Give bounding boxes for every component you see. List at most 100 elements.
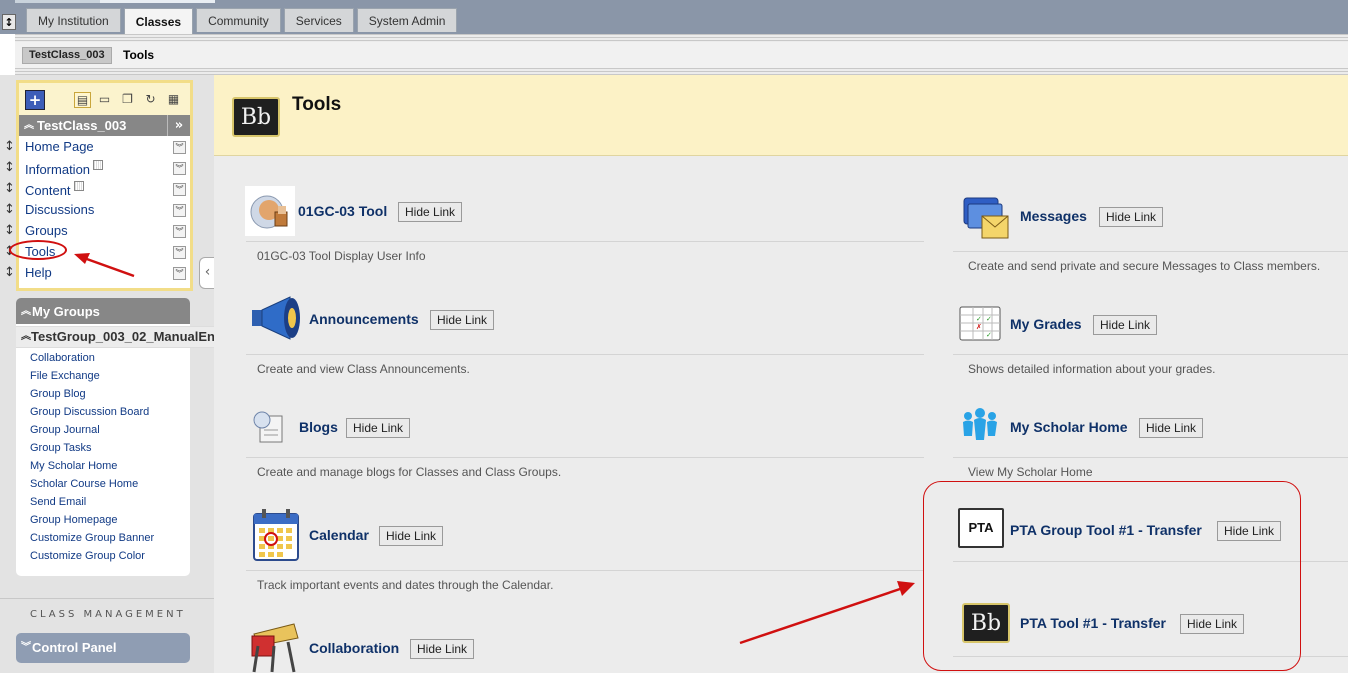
- tool-link-01gc-03[interactable]: 01GC-03 Tool: [298, 203, 387, 219]
- chevron-down-icon[interactable]: ︾: [173, 141, 186, 154]
- menu-item-label[interactable]: Help: [25, 265, 52, 280]
- tab-my-institution[interactable]: My Institution: [26, 8, 121, 32]
- expand-arrow-icon[interactable]: »: [167, 115, 190, 136]
- resize-handle-icon[interactable]: ↕: [2, 14, 16, 30]
- chevron-down-icon[interactable]: ︾: [173, 183, 186, 196]
- divider: [246, 570, 924, 571]
- course-menu-toolbar: + ▤ ▭ ❐ ↻ ▦: [19, 83, 190, 115]
- control-panel-button[interactable]: ︾ Control Panel: [16, 633, 190, 663]
- chevron-down-icon[interactable]: ︾: [173, 246, 186, 259]
- blackboard-logo-icon: Bb: [232, 97, 280, 137]
- grades-icon: ✓ ✓ ✗ ✓: [959, 306, 1001, 341]
- drag-handle-icon[interactable]: ↕: [4, 158, 15, 179]
- hide-link-button[interactable]: Hide Link: [1093, 315, 1158, 335]
- hide-link-button[interactable]: Hide Link: [398, 202, 463, 222]
- tab-classes[interactable]: Classes: [123, 8, 194, 34]
- people-icon: [963, 408, 997, 440]
- tool-link-calendar[interactable]: Calendar: [309, 527, 369, 543]
- group-link-scholar-course-home[interactable]: Scholar Course Home: [30, 478, 138, 490]
- page-header-banner: [214, 75, 1348, 156]
- tab-bar: My Institution Classes Community Service…: [26, 8, 460, 34]
- divider: [246, 241, 924, 242]
- tool-link-messages[interactable]: Messages: [1020, 208, 1087, 224]
- group-link-collaboration[interactable]: Collaboration: [30, 352, 95, 364]
- divider: [953, 354, 1348, 355]
- tool-description: Create and manage blogs for Classes and …: [257, 465, 562, 479]
- menu-item-label[interactable]: Groups: [25, 223, 68, 238]
- menu-item-label[interactable]: Content: [25, 181, 84, 198]
- collapse-menu-button[interactable]: ‹: [199, 257, 215, 289]
- hide-link-button[interactable]: Hide Link: [346, 418, 411, 438]
- my-groups-title[interactable]: My Groups: [32, 298, 100, 326]
- course-menu-item-home-page[interactable]: Home Page ︾: [19, 137, 190, 158]
- breadcrumb-current-page: Tools: [123, 48, 155, 62]
- group-link-customize-color[interactable]: Customize Group Color: [30, 550, 145, 562]
- hide-link-button[interactable]: Hide Link: [1139, 418, 1204, 438]
- group-link-discussion-board[interactable]: Group Discussion Board: [30, 406, 149, 418]
- tool-link-blogs[interactable]: Blogs: [299, 419, 338, 435]
- tool-link-my-grades[interactable]: My Grades: [1010, 316, 1082, 332]
- tab-community[interactable]: Community: [196, 8, 281, 32]
- tool-description: View My Scholar Home: [968, 465, 1093, 479]
- chevron-down-icon[interactable]: ︾: [173, 162, 186, 175]
- divider-stripe: [15, 34, 1348, 42]
- group-link-homepage[interactable]: Group Homepage: [30, 514, 117, 526]
- folder-view-icon[interactable]: ▭: [97, 92, 112, 106]
- breadcrumb-course-link[interactable]: TestClass_003: [22, 47, 112, 64]
- add-menu-item-icon[interactable]: +: [25, 90, 45, 110]
- tool-link-collaboration[interactable]: Collaboration: [309, 640, 399, 656]
- tab-services[interactable]: Services: [283, 8, 354, 32]
- drag-handle-icon[interactable]: ↕: [4, 263, 15, 284]
- chevron-down-icon[interactable]: ︾: [173, 204, 186, 217]
- tab-system-admin[interactable]: System Admin: [356, 8, 458, 32]
- collapse-chevron-icon[interactable]: ︽: [24, 115, 34, 136]
- drag-handle-icon[interactable]: ↕: [4, 179, 15, 200]
- course-menu-item-discussions[interactable]: Discussions ︾: [19, 200, 190, 221]
- svg-text:✓: ✓: [986, 315, 992, 323]
- tool-description: Create and view Class Announcements.: [257, 362, 470, 376]
- menu-item-label[interactable]: Home Page: [25, 139, 94, 154]
- group-link-tasks[interactable]: Group Tasks: [30, 442, 92, 454]
- collapse-chevron-icon[interactable]: ︽: [21, 298, 31, 326]
- drag-handle-icon[interactable]: ↕: [4, 200, 15, 221]
- detail-view-icon[interactable]: ▦: [166, 92, 181, 106]
- drag-handle-icon[interactable]: ↕: [4, 221, 15, 242]
- menu-item-text[interactable]: Content: [25, 183, 71, 198]
- menu-item-label[interactable]: Information: [25, 160, 104, 177]
- hide-link-button[interactable]: Hide Link: [1099, 207, 1164, 227]
- group-link-send-email[interactable]: Send Email: [30, 496, 86, 508]
- tool-link-my-scholar-home[interactable]: My Scholar Home: [1010, 419, 1127, 435]
- drag-handle-icon[interactable]: ↕: [4, 137, 15, 158]
- group-link-file-exchange[interactable]: File Exchange: [30, 370, 100, 382]
- menu-item-text[interactable]: Information: [25, 162, 90, 177]
- chevron-down-icon[interactable]: ︾: [173, 225, 186, 238]
- course-menu-item-groups[interactable]: Groups ︾: [19, 221, 190, 242]
- chevron-down-icon[interactable]: ︾: [173, 267, 186, 280]
- group-link-my-scholar-home[interactable]: My Scholar Home: [30, 460, 117, 472]
- group-link-customize-banner[interactable]: Customize Group Banner: [30, 532, 154, 544]
- control-panel-label[interactable]: Control Panel: [32, 633, 117, 663]
- collapse-chevron-icon[interactable]: ︽: [21, 327, 31, 347]
- tool-link-announcements[interactable]: Announcements: [309, 311, 419, 327]
- refresh-icon[interactable]: ↻: [143, 92, 158, 106]
- divider: [246, 354, 924, 355]
- hide-link-button[interactable]: Hide Link: [410, 639, 475, 659]
- divider: [246, 457, 924, 458]
- hide-link-button[interactable]: Hide Link: [430, 310, 495, 330]
- annotation-arrow-left: [74, 253, 135, 278]
- class-management-heading: CLASS MANAGEMENT: [30, 609, 186, 620]
- course-title[interactable]: TestClass_003: [37, 115, 126, 136]
- group-name[interactable]: TestGroup_003_02_ManualEnrol: [31, 327, 231, 347]
- course-menu-item-information[interactable]: Information ︾: [19, 158, 190, 179]
- list-view-icon[interactable]: ▤: [74, 92, 91, 108]
- window-view-icon[interactable]: ❐: [120, 92, 135, 106]
- hide-link-button[interactable]: Hide Link: [379, 526, 444, 546]
- divider: [953, 457, 1348, 458]
- my-groups-header[interactable]: ︽ My Groups: [16, 298, 190, 324]
- group-link-group-blog[interactable]: Group Blog: [30, 388, 86, 400]
- divider-stripe: [15, 68, 1348, 75]
- menu-item-label[interactable]: Discussions: [25, 202, 94, 217]
- expand-chevron-icon[interactable]: ︾: [21, 633, 31, 663]
- group-link-journal[interactable]: Group Journal: [30, 424, 100, 436]
- course-menu-item-content[interactable]: Content ︾: [19, 179, 190, 200]
